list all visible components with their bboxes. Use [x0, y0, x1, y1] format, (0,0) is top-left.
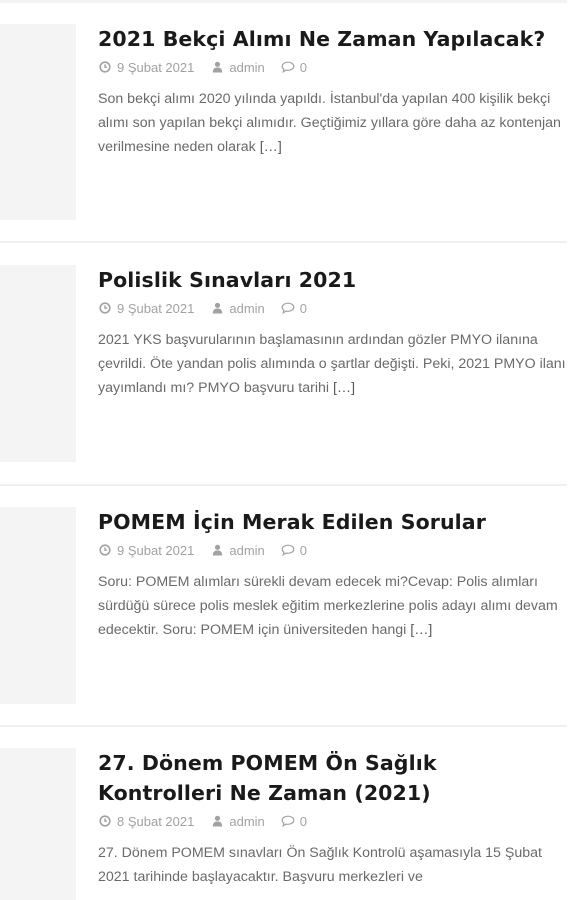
post-comments: 0 — [281, 814, 307, 829]
post-excerpt: Soru: POMEM alımları sürekli devam edece… — [98, 570, 568, 642]
post-author-link[interactable]: admin — [229, 814, 264, 829]
post-author: admin — [210, 301, 265, 316]
post-author: admin — [210, 814, 265, 829]
post-meta: 9 Şubat 2021 admin 0 — [98, 298, 568, 318]
post-date: 9 Şubat 2021 — [98, 543, 194, 558]
divider — [0, 0, 567, 3]
read-more-link[interactable]: […] — [333, 380, 355, 396]
read-more-link[interactable]: […] — [410, 622, 432, 638]
post-body: Polislik Sınavları 2021 9 Şubat 2021 adm… — [98, 265, 568, 400]
clock-icon — [98, 301, 112, 315]
post-body: 27. Dönem POMEM Ön Sağlık Kontrolleri Ne… — [98, 748, 568, 889]
post-excerpt: 2021 YKS başvurularının başlamasının ard… — [98, 328, 568, 400]
post-author-link[interactable]: admin — [229, 60, 264, 75]
post-comments-count[interactable]: 0 — [300, 814, 307, 829]
post-thumbnail[interactable] — [0, 748, 76, 900]
divider — [0, 241, 567, 243]
post-date-text[interactable]: 9 Şubat 2021 — [117, 543, 194, 558]
divider — [0, 725, 567, 727]
comment-icon — [281, 814, 295, 828]
post-thumbnail[interactable] — [0, 507, 76, 704]
post-date: 8 Şubat 2021 — [98, 814, 194, 829]
post-comments: 0 — [281, 60, 307, 75]
post-excerpt-text: 27. Dönem POMEM sınavları Ön Sağlık Kont… — [98, 845, 542, 885]
post-excerpt: Son bekçi alımı 2020 yılında yapıldı. İs… — [98, 87, 568, 159]
post-title[interactable]: 27. Dönem POMEM Ön Sağlık Kontrolleri Ne… — [98, 748, 568, 808]
user-icon — [210, 814, 224, 828]
clock-icon — [98, 543, 112, 557]
comment-icon — [281, 60, 295, 74]
post-author-link[interactable]: admin — [229, 301, 264, 316]
post-item: POMEM İçin Merak Edilen Sorular 9 Şubat … — [0, 507, 577, 704]
post-item: 2021 Bekçi Alımı Ne Zaman Yapılacak? 9 Ş… — [0, 24, 577, 220]
clock-icon — [98, 814, 112, 828]
post-meta: 8 Şubat 2021 admin 0 — [98, 811, 568, 831]
post-comments-count[interactable]: 0 — [300, 301, 307, 316]
post-date: 9 Şubat 2021 — [98, 301, 194, 316]
post-comments: 0 — [281, 543, 307, 558]
post-excerpt-text: Soru: POMEM alımları sürekli devam edece… — [98, 574, 558, 638]
user-icon — [210, 60, 224, 74]
post-comments-count[interactable]: 0 — [300, 543, 307, 558]
post-date-text[interactable]: 9 Şubat 2021 — [117, 60, 194, 75]
post-thumbnail[interactable] — [0, 265, 76, 462]
post-title[interactable]: POMEM İçin Merak Edilen Sorular — [98, 507, 568, 537]
post-item: Polislik Sınavları 2021 9 Şubat 2021 adm… — [0, 265, 577, 462]
user-icon — [210, 301, 224, 315]
user-icon — [210, 543, 224, 557]
post-excerpt-text: Son bekçi alımı 2020 yılında yapıldı. İs… — [98, 91, 561, 155]
post-feed: 2021 Bekçi Alımı Ne Zaman Yapılacak? 9 Ş… — [0, 0, 577, 900]
post-excerpt-text: 2021 YKS başvurularının başlamasının ard… — [98, 332, 566, 396]
post-meta: 9 Şubat 2021 admin 0 — [98, 57, 568, 77]
comment-icon — [281, 543, 295, 557]
post-author: admin — [210, 60, 265, 75]
post-body: POMEM İçin Merak Edilen Sorular 9 Şubat … — [98, 507, 568, 642]
post-body: 2021 Bekçi Alımı Ne Zaman Yapılacak? 9 Ş… — [98, 24, 568, 159]
post-thumbnail[interactable] — [0, 24, 76, 220]
post-comments-count[interactable]: 0 — [300, 60, 307, 75]
post-item: 27. Dönem POMEM Ön Sağlık Kontrolleri Ne… — [0, 748, 577, 900]
divider — [0, 484, 567, 486]
post-date-text[interactable]: 8 Şubat 2021 — [117, 814, 194, 829]
post-comments: 0 — [281, 301, 307, 316]
post-excerpt: 27. Dönem POMEM sınavları Ön Sağlık Kont… — [98, 841, 568, 889]
post-title[interactable]: 2021 Bekçi Alımı Ne Zaman Yapılacak? — [98, 24, 568, 54]
post-date: 9 Şubat 2021 — [98, 60, 194, 75]
read-more-link[interactable]: […] — [260, 139, 282, 155]
post-date-text[interactable]: 9 Şubat 2021 — [117, 301, 194, 316]
post-meta: 9 Şubat 2021 admin 0 — [98, 540, 568, 560]
clock-icon — [98, 60, 112, 74]
post-author-link[interactable]: admin — [229, 543, 264, 558]
comment-icon — [281, 301, 295, 315]
post-title[interactable]: Polislik Sınavları 2021 — [98, 265, 568, 295]
post-author: admin — [210, 543, 265, 558]
